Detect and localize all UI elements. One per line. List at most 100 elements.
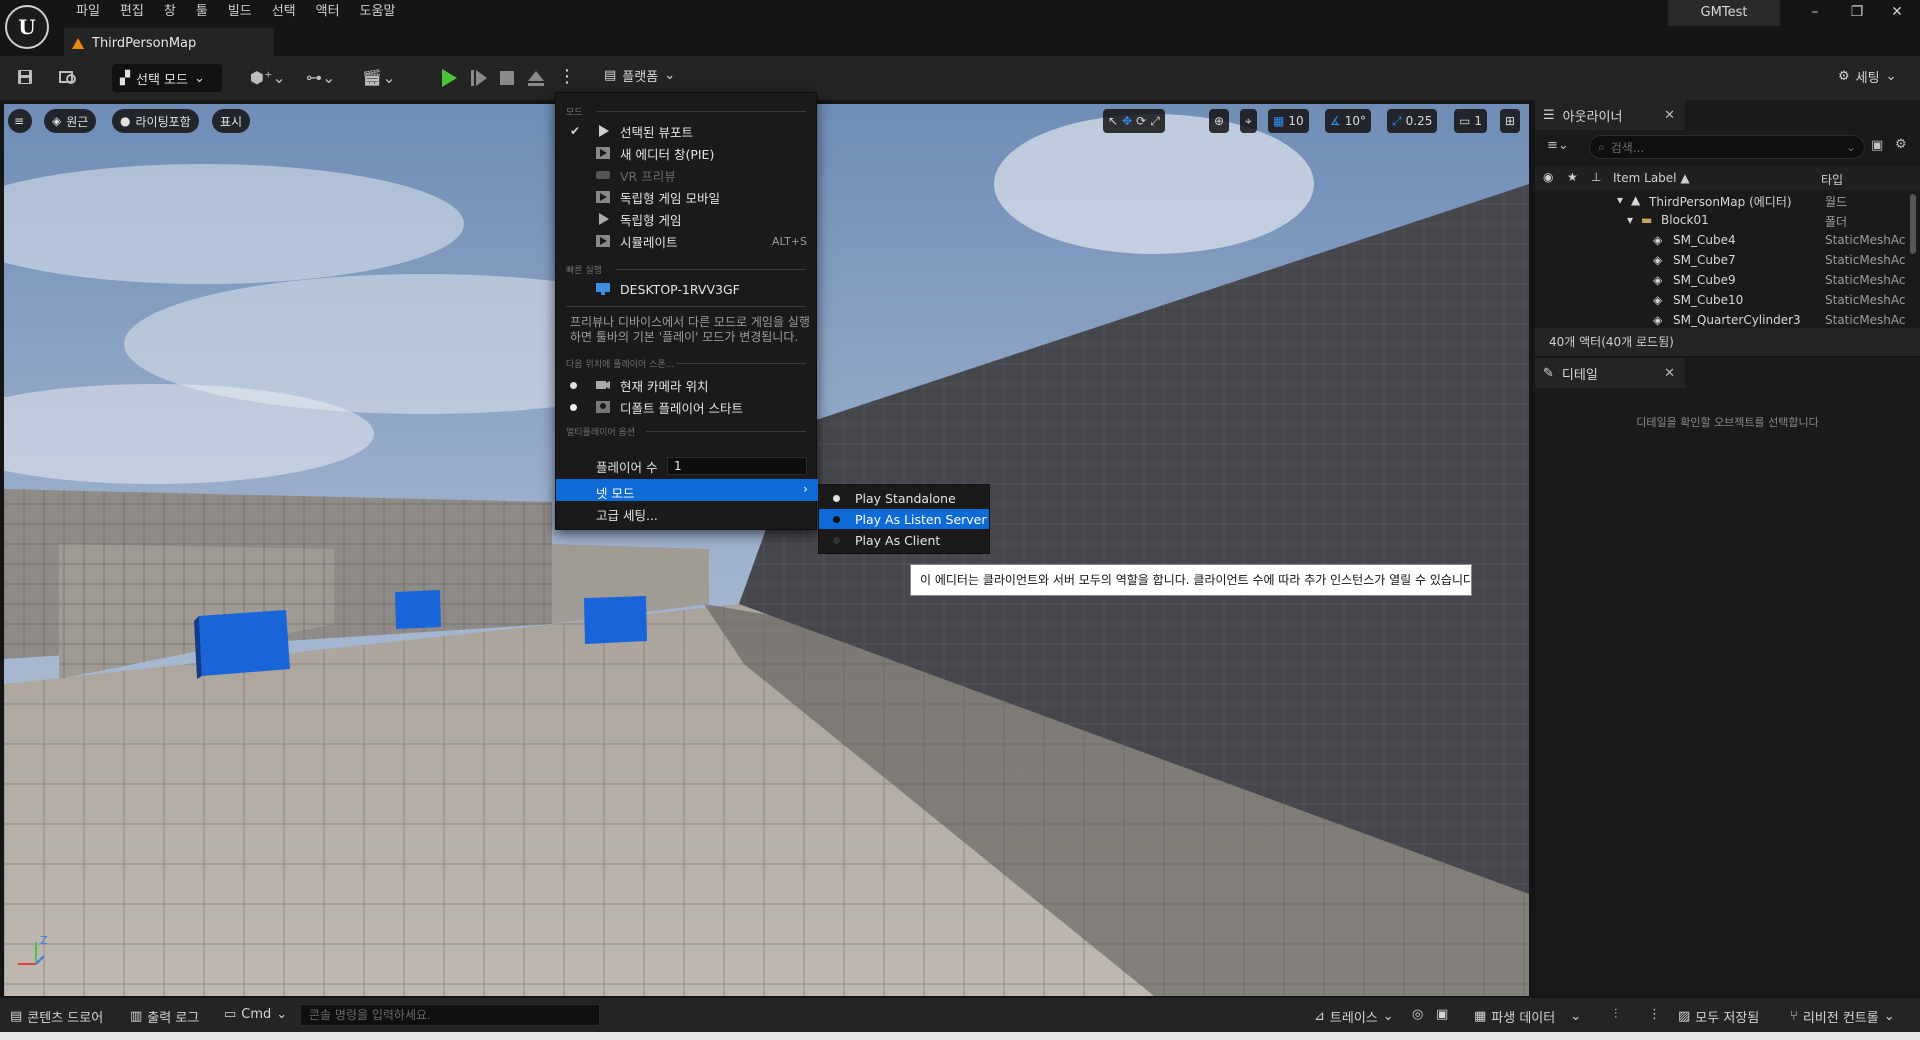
perspective-dropdown[interactable]: ◈ 원근: [44, 109, 97, 133]
revision-control-dropdown[interactable]: ⑂ 리비전 컨트롤 ⌄: [1790, 1007, 1895, 1026]
menu-select[interactable]: 선택: [262, 3, 306, 23]
tree-row[interactable]: ▾ ▬ Block01 폴더: [1535, 213, 1905, 233]
world-local-toggle-icon[interactable]: ⊕: [1209, 109, 1230, 133]
menu-window[interactable]: 창: [154, 3, 186, 23]
browse-content-icon[interactable]: [58, 68, 78, 90]
unreal-logo-icon[interactable]: U: [5, 5, 49, 49]
scale-icon[interactable]: ⤢: [1150, 114, 1160, 129]
source-control-graph-icon[interactable]: ⫶: [1614, 1007, 1617, 1022]
platforms-dropdown[interactable]: ▤ 플랫폼 ⌄: [604, 66, 675, 85]
menu-item-simulate[interactable]: 시뮬레이트 ALT+S: [556, 231, 816, 251]
outliner-search-input[interactable]: ⌕ 검색... ⌄: [1589, 135, 1865, 159]
filter-icon[interactable]: ≡⌄: [1547, 138, 1569, 153]
menu-actor[interactable]: 액터: [306, 3, 350, 23]
add-actor-icon[interactable]: ⬢⁺⌄: [250, 68, 286, 87]
minimize-icon[interactable]: –: [1800, 4, 1830, 20]
close-icon[interactable]: ✕: [1664, 366, 1675, 381]
close-icon[interactable]: ✕: [1664, 108, 1675, 123]
level-document-tab[interactable]: ThirdPersonMap: [64, 28, 274, 56]
menu-item-spawn-default[interactable]: 디폴트 플레이어 스타트: [556, 397, 816, 417]
menu-item-spawn-camera[interactable]: 현재 카메라 위치: [556, 375, 816, 395]
menu-help[interactable]: 도움말: [350, 3, 406, 23]
viewport-layout-icon[interactable]: ⊞: [1500, 109, 1521, 133]
save-icon[interactable]: [16, 68, 34, 90]
blueprint-icon[interactable]: ⊶⌄: [306, 68, 335, 87]
tree-row[interactable]: ◈ SM_Cube7 StaticMeshActor: [1535, 253, 1905, 273]
menu-tools[interactable]: 툴: [186, 3, 218, 23]
menu-edit[interactable]: 편집: [110, 3, 154, 23]
radio-dot-icon: [833, 537, 840, 544]
scale-snap[interactable]: ⤢ 0.25: [1387, 109, 1438, 133]
save-all-icon: ▨: [1678, 1009, 1691, 1024]
play-icon[interactable]: [440, 68, 458, 88]
cmd-dropdown[interactable]: ▭ Cmd ⌄: [224, 1007, 287, 1022]
tree-row[interactable]: ▾ ▲ ThirdPersonMap (에디터) 월드: [1535, 193, 1905, 213]
content-drawer-button[interactable]: ▤ 콘텐츠 드로어: [10, 1007, 103, 1026]
translate-icon[interactable]: ✥: [1122, 114, 1132, 128]
static-mesh-icon: ◈: [1653, 233, 1663, 247]
type-column[interactable]: 타입: [1821, 171, 1843, 188]
play-options-kebab-icon[interactable]: ⋮: [558, 66, 576, 87]
expand-caret-icon[interactable]: ▾: [1627, 213, 1633, 227]
menu-item-selected-viewport[interactable]: ✔ 선택된 뷰포트: [556, 121, 816, 141]
tree-row[interactable]: ◈ SM_Cube10 StaticMeshActor: [1535, 293, 1905, 313]
advance-frame-icon[interactable]: [470, 68, 488, 88]
menu-item-net-mode[interactable]: 넷 모드 ›: [556, 479, 818, 501]
menu-file[interactable]: 파일: [66, 3, 110, 23]
menu-item-vr-preview: VR 프리뷰: [556, 165, 816, 185]
output-log-button[interactable]: ▥ 출력 로그: [130, 1007, 199, 1026]
terminal-icon: ▭: [224, 1007, 237, 1022]
menu-build[interactable]: 빌드: [218, 3, 262, 23]
outliner-tab[interactable]: ☰ 아웃라이너 ✕: [1535, 100, 1685, 130]
derived-data-dropdown[interactable]: ▦ 파생 데이터 ⌄: [1474, 1007, 1581, 1026]
visibility-eye-icon[interactable]: ◉: [1543, 170, 1553, 184]
close-icon[interactable]: ✕: [1882, 4, 1912, 20]
chevron-down-icon: ⌄: [1382, 1009, 1394, 1024]
expand-caret-icon[interactable]: ▾: [1617, 193, 1623, 207]
kebab-icon[interactable]: ⋮: [1648, 1007, 1661, 1022]
star-icon[interactable]: ★: [1567, 170, 1578, 184]
select-arrow-icon[interactable]: ↖: [1108, 114, 1118, 128]
surface-snap-icon[interactable]: ⌖: [1240, 109, 1257, 133]
console-command-input[interactable]: 콘솔 명령을 입력하세요.: [300, 1004, 600, 1026]
item-label-column[interactable]: Item Label ▲: [1613, 171, 1690, 185]
settings-dropdown[interactable]: ⚙ 세팅 ⌄: [1838, 67, 1896, 86]
rotate-icon[interactable]: ⟳: [1136, 114, 1146, 128]
details-tab[interactable]: ✎ 디테일 ✕: [1535, 358, 1685, 388]
cinematics-icon[interactable]: 🎬︎⌄: [362, 68, 396, 87]
trace-icon: ⊿: [1314, 1009, 1325, 1024]
add-folder-icon[interactable]: ▣: [1871, 138, 1883, 153]
eject-icon[interactable]: [526, 68, 546, 88]
details-tab-label: 디테일: [1561, 367, 1598, 383]
net-play-as-client[interactable]: Play As Client: [819, 530, 989, 550]
tree-row[interactable]: ◈ SM_Cube9 StaticMeshActor: [1535, 273, 1905, 293]
gear-icon[interactable]: ⚙: [1895, 137, 1907, 152]
view-mode-dropdown[interactable]: ● 라이팅포함: [112, 109, 199, 133]
selection-mode-dropdown[interactable]: ▞ 선택 모드 ⌄: [112, 64, 222, 92]
menu-item-standalone-mobile[interactable]: 독립형 게임 모바일: [556, 187, 816, 207]
screenshot-icon[interactable]: ▣: [1436, 1007, 1448, 1022]
camera-speed[interactable]: ▭ 1: [1454, 109, 1487, 133]
grid-snap[interactable]: ▦ 10: [1268, 109, 1309, 133]
menu-item-advanced-settings[interactable]: 고급 세팅...: [556, 504, 816, 524]
show-dropdown[interactable]: 표시: [212, 109, 251, 133]
restore-icon[interactable]: ❐: [1842, 4, 1872, 20]
player-count-input[interactable]: 1: [667, 457, 807, 475]
menu-item-standalone-game[interactable]: 독립형 게임: [556, 209, 816, 229]
play-icon: [599, 125, 609, 137]
record-icon[interactable]: ◎: [1412, 1007, 1423, 1022]
save-all-button[interactable]: ▨ 모두 저장됨: [1678, 1007, 1759, 1026]
pin-icon[interactable]: ⊥: [1591, 170, 1601, 184]
trace-dropdown[interactable]: ⊿ 트레이스 ⌄: [1314, 1007, 1394, 1026]
net-play-as-listen-server[interactable]: Play As Listen Server: [819, 509, 989, 529]
rotation-snap[interactable]: ∡ 10°: [1325, 109, 1372, 133]
tree-row[interactable]: ◈ SM_Cube4 StaticMeshActor: [1535, 233, 1905, 253]
chevron-down-icon: ⌄: [664, 68, 676, 83]
net-play-standalone[interactable]: Play Standalone: [819, 488, 989, 508]
menu-item-new-editor-window[interactable]: 새 에디터 창(PIE): [556, 143, 816, 163]
outliner-scrollbar[interactable]: [1910, 194, 1916, 254]
stop-icon[interactable]: [498, 68, 516, 88]
tree-row[interactable]: ◈ SM_QuarterCylinder3 StaticMeshActor: [1535, 313, 1905, 327]
viewport-menu-icon[interactable]: ≡: [8, 109, 32, 133]
menu-item-device[interactable]: DESKTOP-1RVV3GF: [556, 279, 816, 299]
